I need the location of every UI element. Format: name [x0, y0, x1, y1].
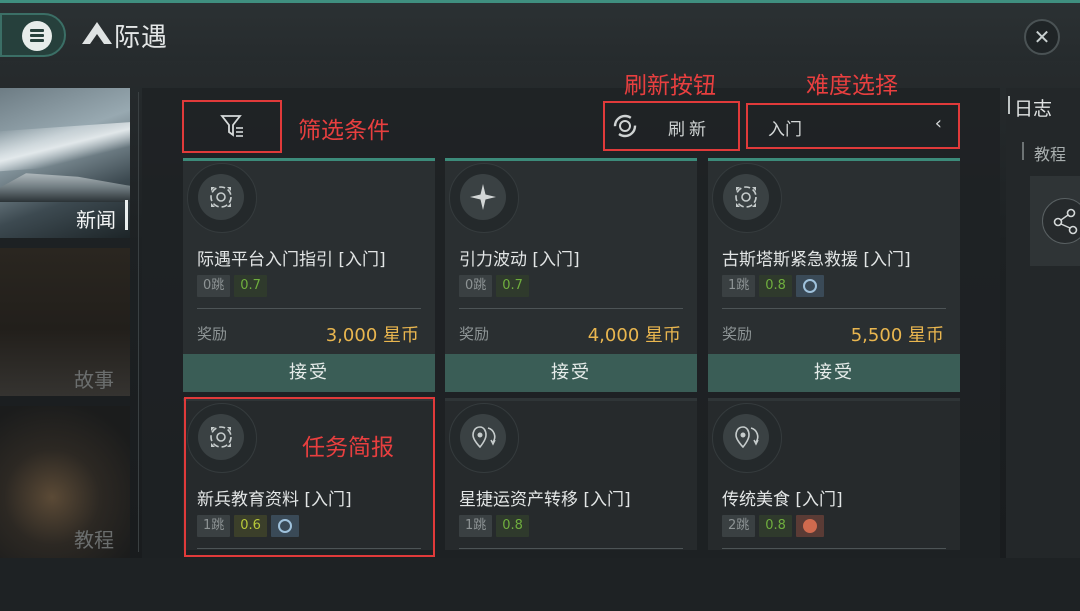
share-graph-icon — [1042, 198, 1080, 244]
divider — [722, 548, 946, 549]
mission-title: 际遇平台入门指引 [入门] — [197, 250, 386, 270]
mission-card[interactable]: 际遇平台入门指引 [入门] 0跳 0.7 奖励 3,000 星币接受 — [183, 158, 435, 392]
security-badge: 0.8 — [759, 515, 792, 537]
encounter-logo-icon — [82, 22, 112, 44]
reward-label: 奖励 — [722, 325, 753, 343]
accept-button[interactable]: 接受 — [445, 354, 697, 392]
nav-item-story[interactable]: 故事 — [0, 248, 130, 396]
mission-tags: 2跳 0.8 — [722, 515, 824, 537]
nav-item-label: 故事 — [74, 368, 114, 392]
target-icon — [723, 174, 769, 220]
mission-tags: 0跳 0.7 — [459, 275, 529, 297]
mission-title: 引力波动 [入门] — [459, 250, 580, 270]
reward-label: 奖励 — [197, 325, 228, 343]
mission-card[interactable]: 星捷运资产转移 [入门] 1跳 0.8 — [445, 398, 697, 550]
mission-card[interactable]: 古斯塔斯紧急救援 [入门] 1跳 0.8 奖励 5,500 星币接受 — [708, 158, 960, 392]
log-title: 日志 — [1014, 98, 1053, 120]
security-badge: 0.8 — [496, 515, 529, 537]
security-badge: 0.7 — [496, 275, 529, 297]
mission-tags: 1跳 0.8 — [459, 515, 529, 537]
annotation-label-refresh: 刷新按钮 — [624, 73, 716, 99]
annotation-label-brief: 任务简报 — [302, 435, 394, 461]
nav-item-tutorial[interactable]: 教程 — [0, 406, 130, 558]
accept-button[interactable]: 接受 — [183, 354, 435, 392]
bottom-bar — [0, 558, 1080, 611]
menu-button[interactable] — [0, 13, 66, 57]
jumps-badge: 1跳 — [459, 515, 493, 537]
gallente-icon — [795, 275, 824, 297]
jumps-badge: 0跳 — [197, 275, 231, 297]
divider — [459, 308, 683, 309]
nav-item-label: 新闻 — [76, 208, 116, 232]
annotation-label-difficulty: 难度选择 — [806, 73, 898, 99]
mission-card[interactable]: 传统美食 [入门] 2跳 0.8 — [708, 398, 960, 550]
food-icon — [795, 515, 824, 537]
log-tab-tutorial[interactable]: 教程 — [1034, 141, 1066, 165]
accept-button[interactable]: 接受 — [708, 354, 960, 392]
annotation-box-refresh — [603, 101, 740, 151]
mission-title: 古斯塔斯紧急救援 [入门] — [722, 250, 911, 270]
security-badge: 0.7 — [234, 275, 267, 297]
reward-label: 奖励 — [459, 325, 490, 343]
log-entry-card[interactable] — [1030, 176, 1080, 266]
left-nav: 新闻 故事 教程 — [0, 88, 130, 558]
mission-tags: 1跳 0.8 — [722, 275, 824, 297]
nav-divider — [138, 92, 139, 552]
star-icon — [460, 174, 506, 220]
mission-card[interactable]: 引力波动 [入门] 0跳 0.7 奖励 4,000 星币接受 — [445, 158, 697, 392]
jumps-badge: 2跳 — [722, 515, 756, 537]
jumps-badge: 1跳 — [722, 275, 756, 297]
mission-title: 星捷运资产转移 [入门] — [459, 490, 631, 510]
nav-item-news[interactable]: 新闻 — [0, 88, 130, 238]
reward-value: 5,500 星币 — [850, 325, 944, 346]
annotation-box-filter — [182, 100, 282, 153]
reward-value: 4,000 星币 — [587, 325, 681, 346]
mission-tags: 0跳 0.7 — [197, 275, 267, 297]
top-bar: 际遇 ✕ — [0, 3, 1080, 61]
annotation-box-brief — [184, 397, 435, 557]
reward-value: 3,000 星币 — [325, 325, 419, 346]
transport-icon — [460, 414, 506, 460]
annotation-label-filter: 筛选条件 — [298, 118, 390, 144]
mission-title: 传统美食 [入门] — [722, 490, 843, 510]
hamburger-icon — [22, 21, 52, 51]
transport-icon — [723, 414, 769, 460]
security-badge: 0.8 — [759, 275, 792, 297]
app-window: 际遇 ✕ 新闻 故事 教程 刷新 入门 ‹ 际遇平台入门指引 [入门] 0跳 0… — [0, 0, 1080, 611]
target-icon — [198, 174, 244, 220]
log-panel: 日志 教程 — [1006, 88, 1080, 558]
page-title: 际遇 — [114, 23, 169, 53]
annotation-box-difficulty — [746, 103, 960, 149]
divider — [459, 548, 683, 549]
close-button[interactable]: ✕ — [1024, 19, 1060, 55]
divider — [197, 308, 421, 309]
active-indicator — [125, 200, 128, 230]
nav-item-label: 教程 — [74, 528, 114, 552]
divider — [722, 308, 946, 309]
jumps-badge: 0跳 — [459, 275, 493, 297]
